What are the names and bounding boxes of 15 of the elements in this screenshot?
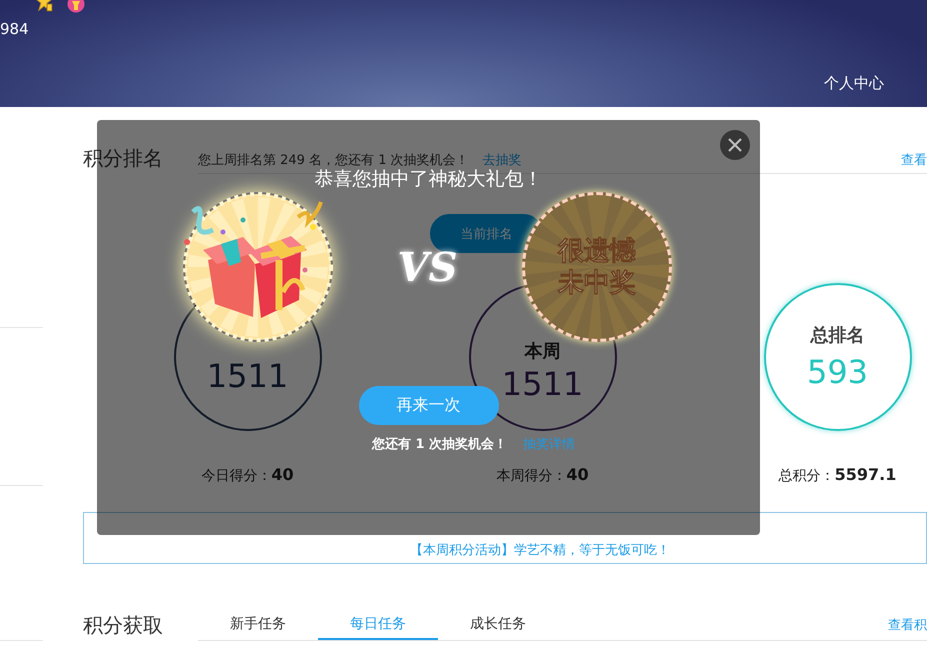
score-text: 本周得分：40 xyxy=(496,465,589,485)
result-text: 很遗憾 xyxy=(558,234,636,267)
rank-value: 593 xyxy=(806,353,868,391)
section-title: 积分获取 xyxy=(83,612,164,639)
user-score: 984 xyxy=(0,20,29,38)
dialog-title: 恭喜您抽中了神秘大礼包！ xyxy=(314,167,542,192)
rank-label: 总排名 xyxy=(810,324,864,347)
score-text: 总积分：5597.1 xyxy=(778,465,896,485)
rank-label: 本周 xyxy=(524,340,560,363)
score-text: 今日得分：40 xyxy=(201,465,294,485)
chances-text: 您还有 1 次抽奖机会！ xyxy=(372,436,508,453)
rank-value: 1511 xyxy=(206,357,288,395)
rank-value: 1511 xyxy=(502,365,584,403)
rank-notice: 您上周排名第 249 名，您还有 1 次抽奖机会！ xyxy=(198,152,469,169)
result-text: 未中奖 xyxy=(558,267,636,300)
